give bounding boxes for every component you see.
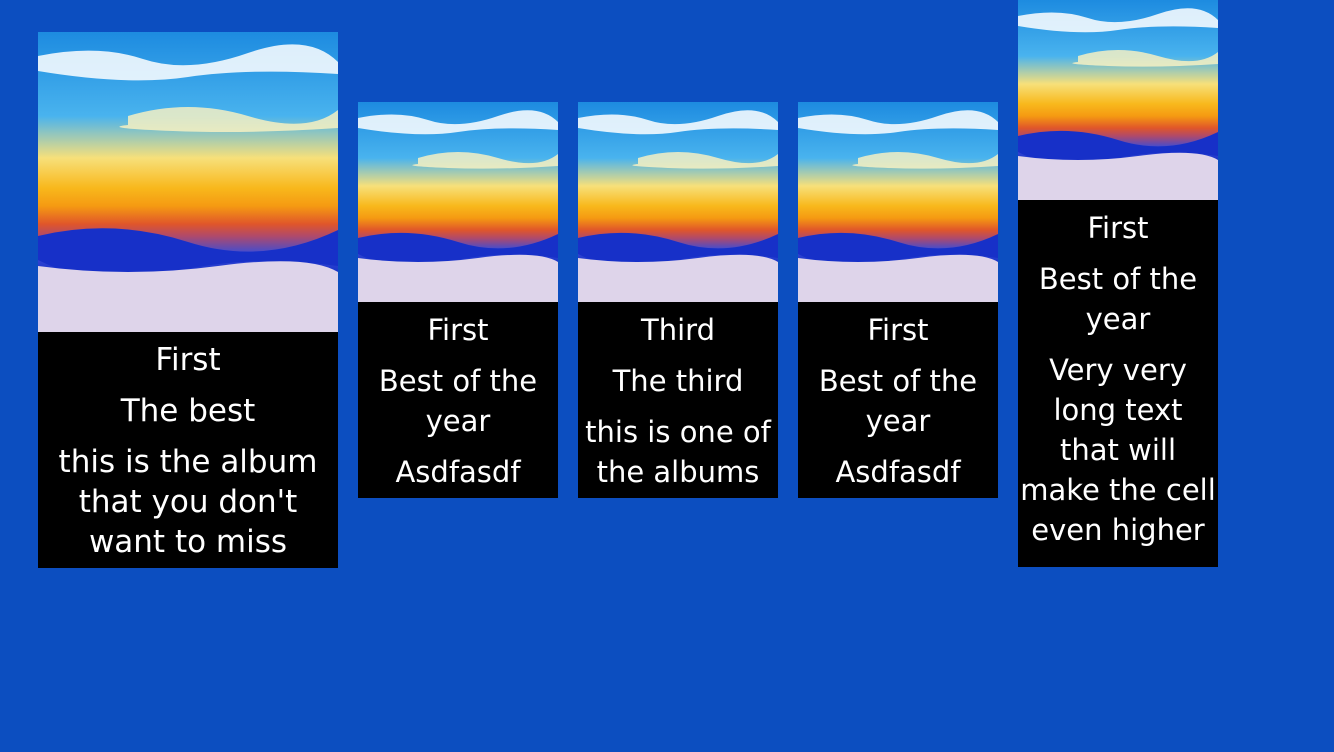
album-title: First [155, 342, 221, 378]
album-cell[interactable]: First Best of the year Asdfasdf [358, 102, 558, 498]
album-cell[interactable]: First Best of the year Very very long te… [1018, 0, 1218, 567]
album-description: Asdfasdf [835, 455, 961, 489]
album-artwork-image [1018, 0, 1218, 200]
album-artwork-image [38, 32, 338, 332]
album-title: First [427, 313, 489, 347]
album-cell[interactable]: Third The third this is one of the album… [578, 102, 778, 498]
album-title: First [1087, 211, 1149, 245]
album-subtitle: Best of the year [378, 364, 538, 438]
album-artwork-image [798, 102, 998, 302]
album-artwork-image [358, 102, 558, 302]
album-cell[interactable]: First Best of the year Asdfasdf [798, 102, 998, 498]
album-subtitle: Best of the year [1038, 262, 1198, 336]
album-subtitle: Best of the year [818, 364, 978, 438]
album-cell[interactable]: First The best this is the album that yo… [38, 32, 338, 568]
album-description: this is the album that you don't want to… [58, 444, 318, 560]
album-description: Very very long text that will make the c… [1020, 353, 1216, 547]
album-subtitle: The third [612, 364, 744, 398]
album-title: Third [641, 313, 715, 347]
album-description: Asdfasdf [395, 455, 521, 489]
album-artwork-image [578, 102, 778, 302]
album-title: First [867, 313, 929, 347]
album-description: this is one of the albums [585, 415, 771, 489]
album-subtitle: The best [120, 393, 256, 429]
